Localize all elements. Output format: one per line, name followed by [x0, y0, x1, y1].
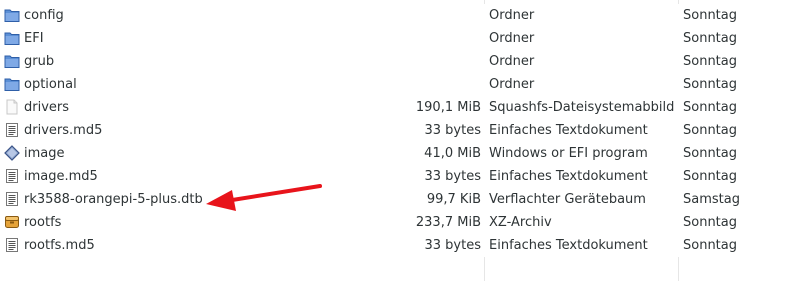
red-arrow-icon: [206, 184, 322, 211]
